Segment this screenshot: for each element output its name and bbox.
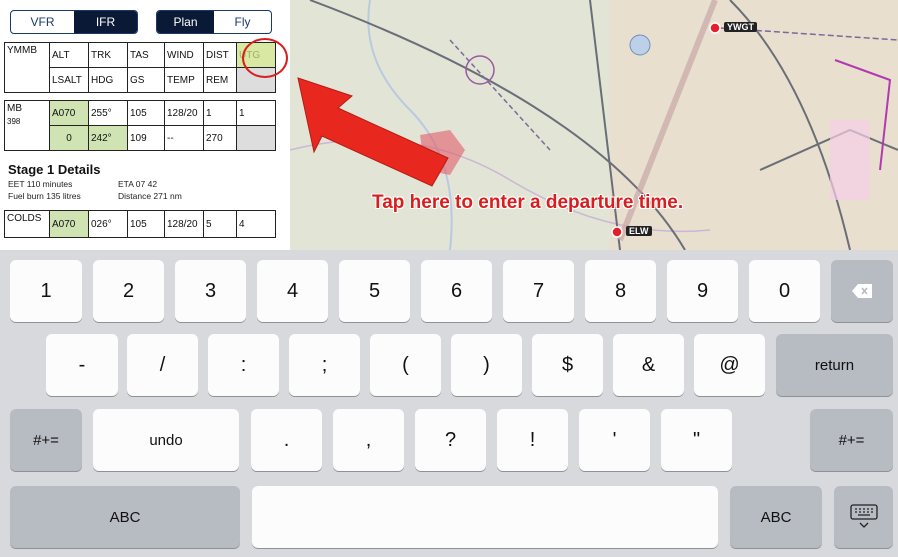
key-2[interactable]: 2 <box>93 260 164 322</box>
abc-key[interactable]: ABC <box>10 486 240 548</box>
key-0[interactable]: 0 <box>749 260 820 322</box>
tas-cell[interactable]: 105 <box>127 210 165 238</box>
key-5[interactable]: 5 <box>339 260 410 322</box>
key-apostrophe[interactable]: ' <box>579 409 650 471</box>
key-comma[interactable]: , <box>333 409 404 471</box>
hide-keyboard-key[interactable] <box>834 486 893 548</box>
key-ampersand[interactable]: & <box>613 334 684 396</box>
header-cell: LSALT <box>49 67 89 93</box>
key-period[interactable]: . <box>251 409 322 471</box>
lsalt-cell: 0 <box>49 125 89 151</box>
dist-cell: 1 <box>203 100 237 126</box>
key-minus[interactable]: - <box>46 334 118 396</box>
return-key[interactable]: return <box>776 334 893 396</box>
temp-cell[interactable]: -- <box>164 125 204 151</box>
fuel-text: Fuel burn 135 litres <box>8 191 81 201</box>
blank-cell <box>236 125 276 151</box>
waypoint-label-elw[interactable]: ELW <box>626 226 652 236</box>
dist-cell: 5 <box>203 210 237 238</box>
header-cell: WIND <box>164 42 204 68</box>
alt-cell[interactable]: A070 <box>49 210 89 238</box>
wind-cell[interactable]: 128/20 <box>164 210 204 238</box>
key-3[interactable]: 3 <box>175 260 246 322</box>
key-6[interactable]: 6 <box>421 260 492 322</box>
departure-time-hint: Tap here to enter a departure time. <box>372 192 684 213</box>
distance-text: Distance 271 nm <box>118 191 182 201</box>
waypoint-cell[interactable]: COLDS <box>4 210 50 238</box>
key-semicolon[interactable]: ; <box>289 334 360 396</box>
highlight-circle <box>242 38 288 78</box>
alt-cell[interactable]: A070 <box>49 100 89 126</box>
key-quote[interactable]: " <box>661 409 732 471</box>
rem-cell: 270 <box>203 125 237 151</box>
leg-header-table: YMMB ALT TRK TAS WIND DIST UTG LSALT HDG… <box>4 42 276 93</box>
backspace-icon <box>852 284 872 298</box>
header-cell: GS <box>127 67 165 93</box>
key-7[interactable]: 7 <box>503 260 574 322</box>
stage-details: Stage 1 Details EET 110 minutes ETA 07 42… <box>8 162 278 201</box>
key-9[interactable]: 9 <box>667 260 738 322</box>
delete-key[interactable] <box>831 260 893 322</box>
key-4[interactable]: 4 <box>257 260 328 322</box>
key-slash[interactable]: / <box>127 334 198 396</box>
gs-cell: 109 <box>127 125 165 151</box>
abc-key-right[interactable]: ABC <box>730 486 822 548</box>
undo-key[interactable]: undo <box>93 409 239 471</box>
plan-segment[interactable]: Plan <box>157 11 214 33</box>
header-cell: DIST <box>203 42 237 68</box>
waypoint-cell[interactable]: MB 398 <box>4 100 50 151</box>
symbols-key-right[interactable]: #+= <box>810 409 893 471</box>
waypoint-cell[interactable]: YMMB <box>4 42 50 93</box>
header-cell: TAS <box>127 42 165 68</box>
key-dollar[interactable]: $ <box>532 334 603 396</box>
key-exclamation[interactable]: ! <box>497 409 568 471</box>
trk-cell: 026° <box>88 210 128 238</box>
tas-cell[interactable]: 105 <box>127 100 165 126</box>
mode-segmented-control: Plan Fly <box>156 10 272 34</box>
wind-cell[interactable]: 128/20 <box>164 100 204 126</box>
key-open-paren[interactable]: ( <box>370 334 441 396</box>
waypoint-name: MB <box>7 103 22 114</box>
eet-text: EET 110 minutes <box>8 179 73 189</box>
symbols-key[interactable]: #+= <box>10 409 82 471</box>
key-colon[interactable]: : <box>208 334 279 396</box>
header-cell: TEMP <box>164 67 204 93</box>
key-8[interactable]: 8 <box>585 260 656 322</box>
waypoint-label-ywgt[interactable]: YWGT <box>724 22 757 32</box>
leg-table: COLDS A070 026° 105 128/20 5 4 <box>4 210 276 238</box>
numeric-keyboard: 1 2 3 4 5 6 7 8 9 0 - / : ; ( ) $ & @ re… <box>0 250 898 557</box>
waypoint-sub: 398 <box>7 117 21 126</box>
flight-rules-segmented-control: VFR IFR <box>10 10 138 34</box>
key-close-paren[interactable]: ) <box>451 334 522 396</box>
header-cell: HDG <box>88 67 128 93</box>
header-cell: ALT <box>49 42 89 68</box>
vfr-segment[interactable]: VFR <box>11 11 74 33</box>
utg-cell: 4 <box>236 210 276 238</box>
stage-title: Stage 1 Details <box>8 162 101 177</box>
key-at[interactable]: @ <box>694 334 765 396</box>
ifr-segment[interactable]: IFR <box>74 11 137 33</box>
utg-cell: 1 <box>236 100 276 126</box>
keyboard-dismiss-icon <box>849 504 878 528</box>
key-question[interactable]: ? <box>415 409 486 471</box>
header-cell: TRK <box>88 42 128 68</box>
key-1[interactable]: 1 <box>10 260 82 322</box>
leg-table: MB 398 A070 255° 105 128/20 1 1 0 242° 1… <box>4 100 276 151</box>
space-key[interactable] <box>252 486 718 548</box>
fly-segment[interactable]: Fly <box>214 11 271 33</box>
flight-plan-panel: VFR IFR Plan Fly YMMB ALT TRK TAS WIND D… <box>0 0 291 250</box>
hdg-cell: 242° <box>88 125 128 151</box>
trk-cell: 255° <box>88 100 128 126</box>
header-cell: REM <box>203 67 237 93</box>
eta-text: ETA 07 42 <box>118 179 158 189</box>
